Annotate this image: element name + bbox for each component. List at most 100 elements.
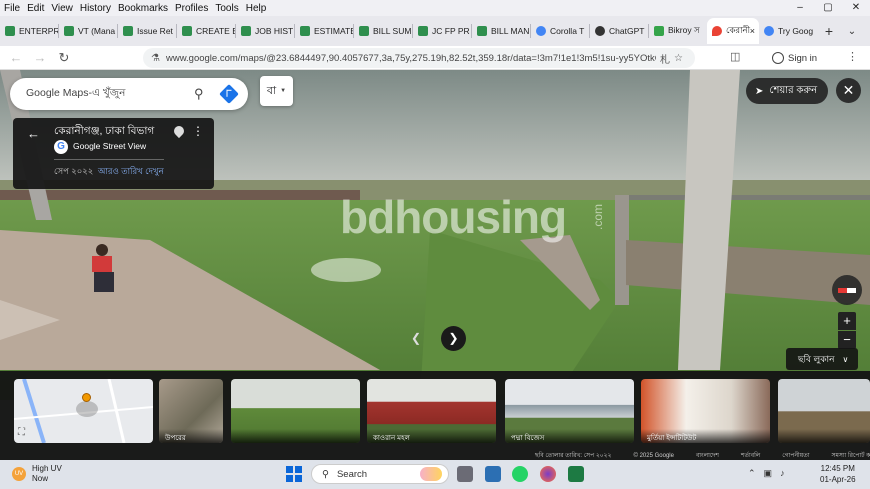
divider: [54, 159, 164, 160]
tab[interactable]: Corolla T: [531, 18, 589, 44]
tab-label: Issue Ret: [137, 26, 173, 36]
terms-link[interactable]: শর্তাবলি: [741, 450, 760, 460]
watermark-logo: bdhousing: [340, 191, 567, 243]
url-text[interactable]: www.google.com/maps/@23.6844497,90.40576…: [166, 53, 656, 64]
tab[interactable]: JOB HIST: [236, 18, 294, 44]
location-pin-icon[interactable]: [171, 123, 187, 139]
thumbnail-caption: [231, 429, 360, 443]
fullscreen-icon[interactable]: ⛶: [18, 427, 32, 439]
menu-file[interactable]: File: [4, 3, 20, 14]
close-street-view-button[interactable]: ✕: [836, 78, 861, 103]
more-menu-icon[interactable]: ⋮: [847, 50, 858, 63]
network-icon[interactable]: ▣: [764, 468, 773, 479]
search-input[interactable]: Google Maps-এ খুঁজুন: [26, 86, 194, 103]
hide-imagery-button[interactable]: ছবি লুকান ∨: [786, 348, 858, 370]
search-icon[interactable]: ⚲: [194, 86, 204, 102]
google-icon: [536, 26, 546, 36]
tab[interactable]: JC FP PR: [413, 18, 471, 44]
reload-button[interactable]: ↻: [52, 50, 76, 66]
bookmark-star-icon[interactable]: ☆: [674, 53, 683, 64]
weather-widget[interactable]: UV High UV Now: [12, 464, 62, 484]
tab[interactable]: Bikroy স: [649, 18, 707, 44]
privacy-link[interactable]: গোপনীয়তা: [782, 450, 809, 460]
maps-pin-icon: [712, 26, 722, 36]
site-info-icon[interactable]: ⚗: [151, 53, 160, 64]
directions-icon[interactable]: [218, 84, 239, 104]
clock-time: 12:45 PM: [820, 464, 855, 473]
address-bar[interactable]: ⚗ www.google.com/maps/@23.6844497,90.405…: [143, 48, 695, 68]
menu-bar: File Edit View History Bookmarks Profile…: [0, 0, 870, 16]
menu-bookmarks[interactable]: Bookmarks: [118, 3, 168, 14]
tray-overflow-icon[interactable]: ⌃: [748, 468, 756, 479]
attribution-bar: ছবি তোলার তারিখ: সেপ ২০২২ © 2025 Google …: [0, 451, 870, 460]
back-button[interactable]: ←: [4, 50, 28, 65]
new-tab-button[interactable]: +: [817, 23, 841, 39]
next-image-arrow[interactable]: ❯: [441, 326, 466, 351]
zoom-in-button[interactable]: +: [838, 312, 856, 330]
street-view[interactable]: bdhousing .com Google Maps-এ খুঁজুন ⚲ বা…: [0, 70, 870, 460]
minimize-button[interactable]: –: [786, 0, 814, 16]
close-window-button[interactable]: ✕: [842, 0, 870, 16]
maximize-button[interactable]: ▢: [814, 0, 842, 16]
photo-thumbnail[interactable]: উপরের: [159, 379, 223, 443]
nav-right-icons: ◫: [730, 50, 740, 63]
photo-thumbnail[interactable]: মুর্তিয়া ইন্সটিটিউট: [641, 379, 770, 443]
volume-icon[interactable]: ♪: [780, 468, 785, 479]
tab[interactable]: ESTIMATE: [295, 18, 353, 44]
tab[interactable]: BILL SUM: [354, 18, 412, 44]
menu-edit[interactable]: Edit: [27, 3, 44, 14]
photo-thumbnail[interactable]: পদ্মা বিজেস: [505, 379, 634, 443]
photo-thumbnail[interactable]: [231, 379, 360, 443]
tab[interactable]: CREATE E: [177, 18, 235, 44]
share-button[interactable]: ➤ শেয়ার করুন: [746, 78, 828, 104]
menu-history[interactable]: History: [80, 3, 111, 14]
photo-thumbnail[interactable]: কাওরান মহল: [367, 379, 496, 443]
region-link[interactable]: বাংলাদেশ: [696, 450, 719, 460]
forward-button[interactable]: →: [28, 50, 52, 65]
tab[interactable]: VT (Mana: [59, 18, 117, 44]
mini-map[interactable]: ⛶: [14, 379, 153, 443]
menu-tools[interactable]: Tools: [215, 3, 238, 14]
windows-start-icon[interactable]: [286, 466, 302, 482]
tab-list-button[interactable]: ⌄: [841, 26, 863, 37]
menu-profiles[interactable]: Profiles: [175, 3, 208, 14]
photo-thumbnail[interactable]: [778, 379, 870, 443]
menu-view[interactable]: View: [51, 3, 73, 14]
more-dates-link[interactable]: আরও তারিখ দেখুন: [98, 165, 164, 179]
compass-needle-icon: [838, 287, 856, 293]
language-button[interactable]: বা ▼: [260, 76, 293, 106]
tab[interactable]: BILL MAN: [472, 18, 530, 44]
previous-image-arrow[interactable]: ❮: [404, 326, 428, 350]
maps-search-box[interactable]: Google Maps-এ খুঁজুন ⚲: [10, 78, 248, 110]
taskbar-search-label: Search: [336, 468, 368, 480]
dropdown-icon: ▼: [280, 88, 287, 94]
extensions-icon[interactable]: ◫: [730, 50, 740, 63]
excel-icon[interactable]: [568, 466, 584, 482]
share-label: শেয়ার করুন: [769, 84, 818, 96]
compass-control[interactable]: [832, 275, 862, 305]
capture-date-note: ছবি তোলার তারিখ: সেপ ২০২২: [535, 453, 612, 459]
menu-help[interactable]: Help: [246, 3, 267, 14]
more-options-icon[interactable]: ⋮: [192, 124, 204, 138]
task-view-icon[interactable]: [457, 466, 473, 482]
clock[interactable]: 12:45 PM 01-Apr-26: [820, 463, 856, 485]
google-logo-icon: G: [54, 140, 68, 154]
zoom-out-button[interactable]: −: [838, 331, 856, 349]
whatsapp-icon[interactable]: [512, 466, 528, 482]
tab[interactable]: Issue Ret: [118, 18, 176, 44]
close-tab-icon[interactable]: ×: [750, 26, 755, 36]
taskbar: UV High UV Now ⚲ Search ⌃ ▣ ♪ 12:45 PM 0…: [0, 460, 870, 489]
sign-in-button[interactable]: Sign in: [772, 49, 817, 67]
firefox-icon[interactable]: [540, 466, 556, 482]
sheet-icon: [123, 26, 133, 36]
tab[interactable]: ChatGPT: [590, 18, 648, 44]
taskbar-search[interactable]: ⚲ Search: [311, 464, 449, 484]
translate-icon[interactable]: 札: [660, 51, 670, 66]
tab[interactable]: Try Goog: [759, 18, 817, 44]
back-arrow-icon[interactable]: ←: [27, 126, 40, 141]
report-problem-link[interactable]: সমস্যা রিপোর্ট করুন: [832, 450, 870, 460]
tab-active[interactable]: কেরানী ×: [707, 18, 759, 44]
tab[interactable]: ENTERPR: [0, 18, 58, 44]
calculator-icon[interactable]: [485, 466, 501, 482]
view-cone: [76, 401, 98, 417]
